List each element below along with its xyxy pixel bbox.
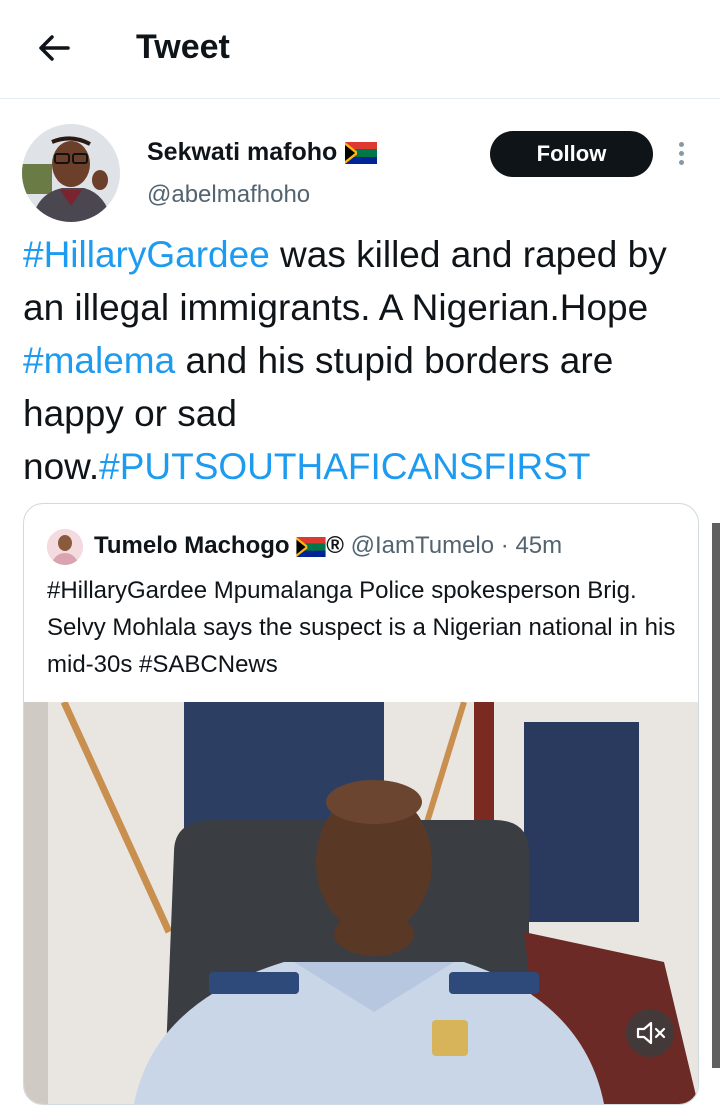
quote-author-handle: @IamTumelo: [350, 532, 495, 559]
quote-avatar: [47, 529, 83, 565]
quote-author-name: Tumelo Machogo: [94, 532, 290, 559]
author-handle[interactable]: @abelmafhoho: [147, 181, 310, 209]
scrollbar[interactable]: [712, 523, 720, 1068]
avatar[interactable]: [22, 124, 120, 222]
quote-timestamp: 45m: [515, 532, 563, 559]
page-title: Tweet: [136, 28, 230, 66]
tweet-text: #HillaryGardee was killed and raped by a…: [23, 234, 667, 487]
more-options-icon[interactable]: [671, 138, 691, 170]
mute-icon[interactable]: [626, 1009, 674, 1057]
separator-dot: ·: [500, 532, 509, 559]
hashtag-link[interactable]: #PUTSOUTHAFICANSFIRST: [99, 446, 590, 487]
follow-button[interactable]: Follow: [490, 131, 653, 177]
top-bar: Tweet: [0, 0, 720, 99]
registered-mark: ®: [326, 532, 344, 559]
hashtag-link[interactable]: #malema: [23, 340, 175, 381]
south-africa-flag-icon: [296, 536, 326, 557]
quote-text: #HillaryGardee Mpumalanga Police spokesp…: [47, 577, 676, 678]
hashtag-link[interactable]: #HillaryGardee: [23, 234, 270, 275]
quote-header: Tumelo Machogo ® @IamTumelo · 45m: [94, 532, 562, 560]
quoted-tweet[interactable]: Tumelo Machogo ® @IamTumelo · 45m #Hilla…: [23, 503, 699, 1105]
author-name[interactable]: Sekwati mafoho: [147, 138, 378, 167]
video-thumbnail[interactable]: [24, 702, 698, 1104]
arrow-left-icon[interactable]: [34, 28, 74, 68]
south-africa-flag-icon: [345, 142, 378, 165]
